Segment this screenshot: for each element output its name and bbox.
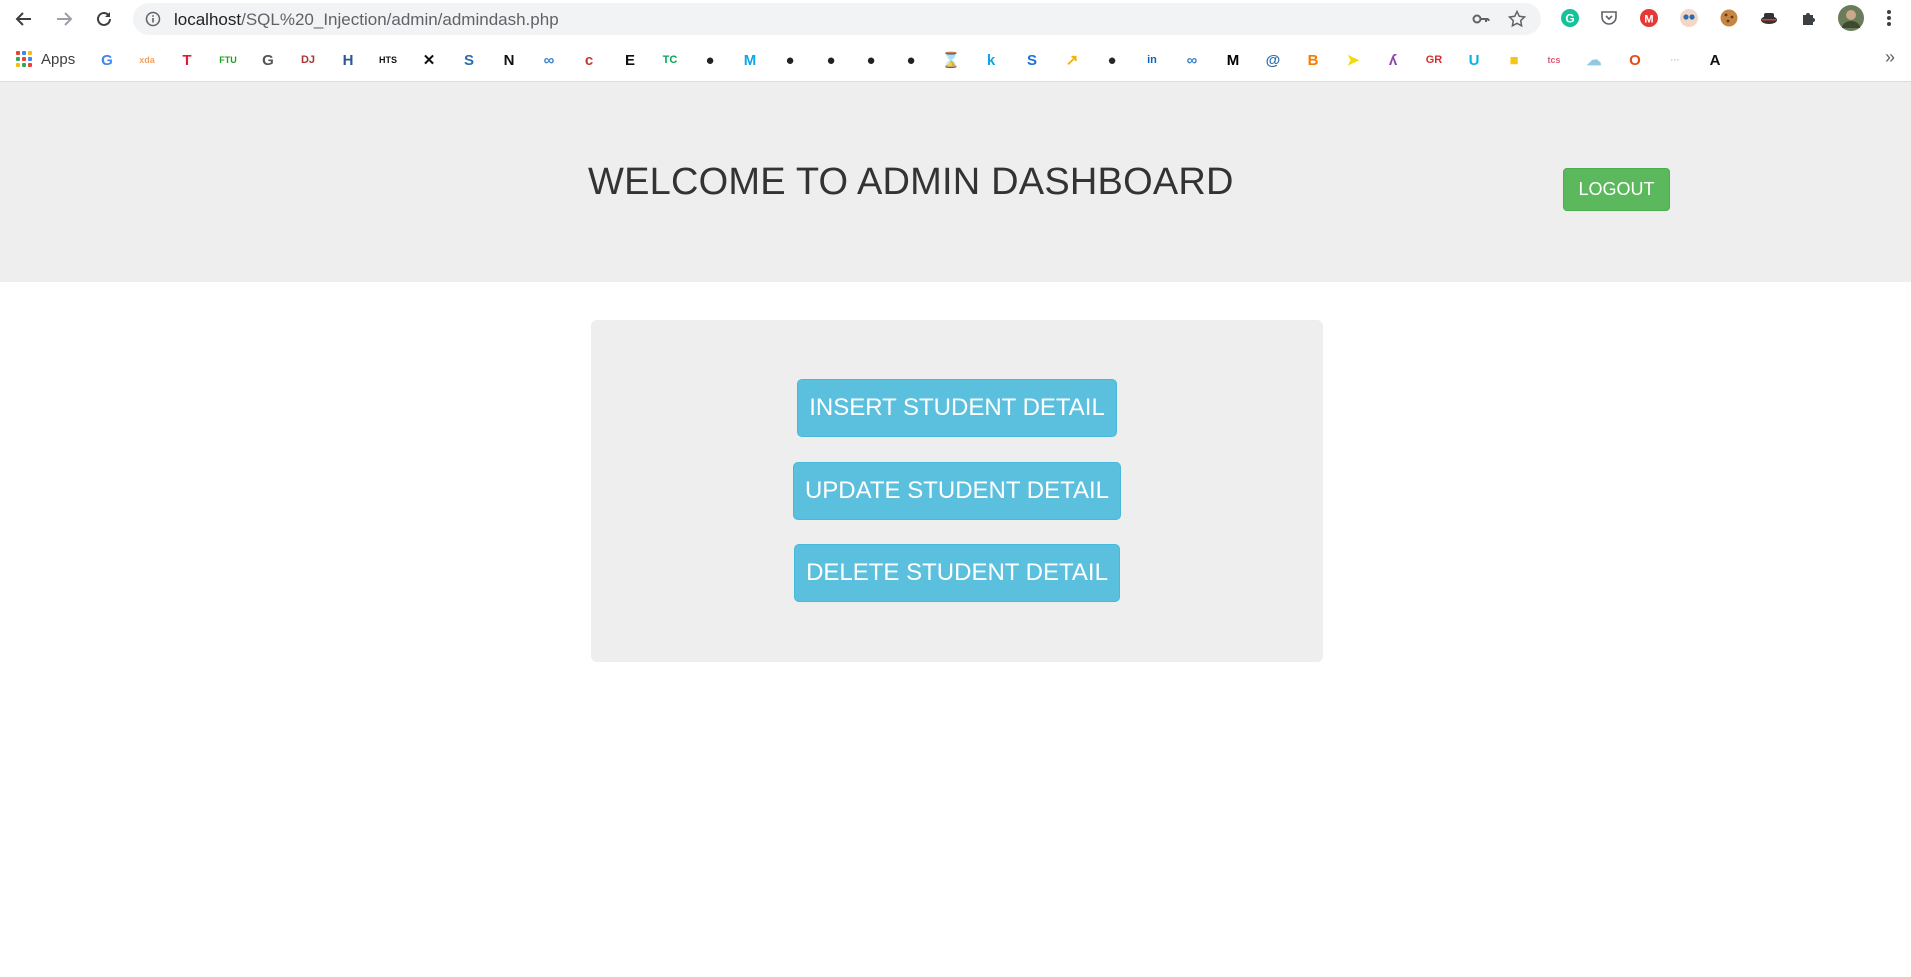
s-icon[interactable]: S [1022, 50, 1042, 70]
github-icon[interactable]: ● [1102, 50, 1122, 70]
cloud-icon[interactable]: ☁ [1584, 50, 1604, 70]
s-dots-icon[interactable]: S [459, 50, 479, 70]
page-title: WELCOME TO ADMIN DASHBOARD [588, 161, 1234, 203]
actions-panel: INSERT STUDENT DETAIL UPDATE STUDENT DET… [591, 320, 1323, 662]
back-icon[interactable] [12, 7, 36, 31]
goggles-extension-icon[interactable] [1678, 7, 1700, 29]
dots-icon[interactable]: ··· [1665, 50, 1685, 70]
pocket-icon[interactable] [1598, 7, 1620, 29]
extensions-puzzle-icon[interactable] [1798, 7, 1820, 29]
tesla-icon[interactable]: T [177, 50, 197, 70]
cj-icon[interactable]: c [579, 50, 599, 70]
tcs-icon[interactable]: tcs [1544, 50, 1564, 70]
spy-extension-icon[interactable] [1758, 7, 1780, 29]
url-path: /SQL%20_Injection/admin/admindash.php [241, 10, 559, 29]
svg-text:G: G [1565, 12, 1574, 26]
address-bar[interactable]: localhost/SQL%20_Injection/admin/adminda… [133, 3, 1541, 35]
k-icon[interactable]: k [981, 50, 1001, 70]
n-icon[interactable]: N [499, 50, 519, 70]
insert-student-button[interactable]: INSERT STUDENT DETAIL [797, 379, 1117, 437]
hts-icon[interactable]: HTS [378, 50, 398, 70]
goodreads-icon[interactable]: G [258, 50, 278, 70]
office-icon[interactable]: O [1625, 50, 1645, 70]
apps-shortcut[interactable]: Apps [16, 48, 75, 70]
udacity-icon[interactable]: U [1464, 50, 1484, 70]
infinity-icon[interactable]: ∞ [1182, 50, 1202, 70]
blogger-icon[interactable]: B [1303, 50, 1323, 70]
globe-icon[interactable]: ● [821, 50, 841, 70]
reload-icon[interactable] [92, 7, 116, 31]
dj-icon[interactable]: DJ [298, 50, 318, 70]
logout-button[interactable]: LOGOUT [1563, 168, 1670, 211]
url-text[interactable]: localhost/SQL%20_Injection/admin/adminda… [174, 10, 559, 30]
profile-avatar[interactable] [1837, 4, 1865, 32]
xda-icon[interactable]: xda [137, 50, 157, 70]
url-host: localhost [174, 10, 242, 29]
page-header: WELCOME TO ADMIN DASHBOARD LOGOUT [0, 82, 1911, 282]
send-icon[interactable]: ➤ [1343, 50, 1363, 70]
info-icon[interactable] [145, 11, 161, 27]
gr-icon[interactable]: GR [1424, 50, 1444, 70]
linkedin-icon[interactable]: in [1142, 50, 1162, 70]
more-bookmarks-icon[interactable]: » [1885, 47, 1895, 68]
hourglass-icon[interactable]: ⌛ [941, 50, 961, 70]
medium-icon[interactable]: M [1223, 50, 1243, 70]
browser-toolbar: localhost/SQL%20_Injection/admin/adminda… [0, 0, 1911, 38]
globe-icon[interactable]: ● [780, 50, 800, 70]
arrow-icon[interactable]: ↗ [1062, 50, 1082, 70]
svg-text:M: M [1644, 14, 1653, 26]
m-icon[interactable]: M [740, 50, 760, 70]
bookmarks-bar: Apps Gxda T FTU G DJ H HTS ✕ S N ∞ c E TC ● M ● ● ● ● ⌛ k S ↗ ● i… [0, 38, 1911, 82]
apps-label: Apps [41, 50, 76, 68]
update-student-button[interactable]: UPDATE STUDENT DETAIL [793, 462, 1121, 520]
at-icon[interactable]: @ [1263, 50, 1283, 70]
globe-icon[interactable]: ● [901, 50, 921, 70]
mail-extension-icon[interactable]: M [1638, 7, 1660, 29]
cookie-icon[interactable] [1718, 7, 1740, 29]
ftu-icon[interactable]: FTU [218, 50, 238, 70]
infinity-icon[interactable]: ∞ [539, 50, 559, 70]
grammarly-icon[interactable]: G [1559, 7, 1581, 29]
globe-icon[interactable]: ● [700, 50, 720, 70]
key-icon[interactable] [1471, 9, 1491, 29]
google-icon[interactable]: G [97, 50, 117, 70]
apps-grid-icon [16, 51, 32, 67]
bookmark-star-icon[interactable] [1507, 9, 1527, 29]
globe-icon[interactable]: ● [861, 50, 881, 70]
a-icon[interactable]: A [1705, 50, 1725, 70]
e-icon[interactable]: E [620, 50, 640, 70]
maze-icon[interactable]: ✕ [419, 50, 439, 70]
delete-student-button[interactable]: DELETE STUDENT DETAIL [794, 544, 1120, 602]
h-icon[interactable]: H [338, 50, 358, 70]
browser-menu-icon[interactable] [1878, 7, 1900, 29]
classroom-icon[interactable]: ■ [1504, 50, 1524, 70]
hook-icon[interactable]: ʎ [1383, 50, 1403, 70]
forward-icon[interactable] [52, 7, 76, 31]
tc-icon[interactable]: TC [660, 50, 680, 70]
